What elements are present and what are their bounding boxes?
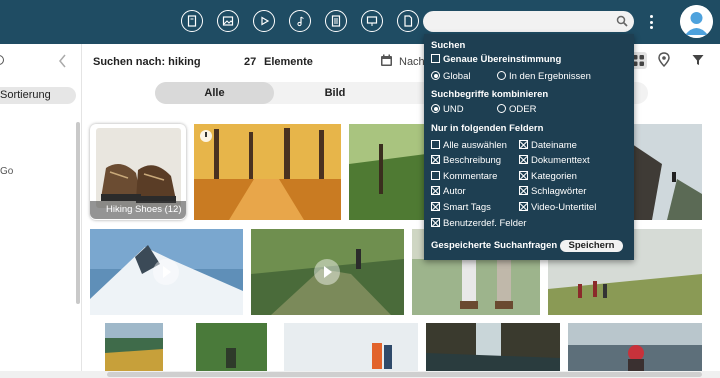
field-categories-checkbox[interactable]: Kategorien — [519, 171, 577, 182]
scope-global-radio[interactable]: Global — [431, 71, 470, 82]
checkbox-icon[interactable] — [431, 54, 440, 63]
video-snowy-ridge[interactable] — [90, 229, 243, 315]
elements-label: Elemente — [264, 56, 313, 68]
field-document-text-checkbox[interactable]: Dokumenttext — [519, 155, 590, 166]
presentation-icon[interactable] — [361, 10, 383, 32]
radio-selected-icon[interactable] — [431, 104, 440, 113]
sidebar: Sortierung Go — [0, 44, 82, 378]
album-thumbnail[interactable] — [96, 128, 181, 208]
chevron-left-icon[interactable] — [58, 54, 68, 68]
field-user-fields-checkbox[interactable]: Benutzerdef. Felder — [431, 218, 526, 229]
fields-section-title: Nur in folgenden Feldern — [431, 123, 544, 134]
combine-and-radio[interactable]: UND — [431, 104, 464, 115]
file-icon[interactable] — [397, 10, 419, 32]
save-search-button[interactable]: Speichern — [560, 240, 623, 252]
photo-mountain-lake[interactable] — [105, 323, 163, 371]
radio-icon[interactable] — [497, 71, 506, 80]
field-description-checkbox[interactable]: Beschreibung — [431, 155, 501, 166]
scrollbar-thumb[interactable] — [107, 372, 702, 377]
sidebar-scrollbar[interactable] — [76, 122, 80, 304]
exact-match-checkbox[interactable]: Genaue Übereinstimmung — [431, 54, 561, 65]
search-query-label: Suchen nach: hiking — [93, 56, 201, 68]
document-icon[interactable] — [181, 10, 203, 32]
photo-green-hiker[interactable] — [196, 323, 267, 371]
field-filename-checkbox[interactable]: Dateiname — [519, 140, 577, 151]
clock-icon — [200, 130, 212, 142]
photo-red-hat-hiker[interactable] — [568, 323, 702, 371]
sidebar-toggle-icon[interactable] — [0, 55, 4, 65]
sidebar-item-sort[interactable]: Sortierung — [0, 87, 76, 104]
play-icon[interactable] — [153, 259, 179, 285]
photo-forest-green[interactable] — [349, 124, 426, 220]
combine-or-radio[interactable]: ODER — [497, 104, 536, 115]
field-comments-checkbox[interactable]: Kommentare — [431, 171, 497, 182]
horizontal-scrollbar[interactable] — [0, 371, 720, 378]
tab-all[interactable]: Alle — [155, 82, 274, 104]
sort-by-label[interactable]: Nach — [399, 56, 425, 68]
saved-searches-link[interactable]: Gespeicherte Suchanfragen — [431, 240, 557, 251]
album-label: Hiking Shoes (12) — [90, 201, 186, 219]
field-video-subtitles-checkbox[interactable]: Video-Untertitel — [519, 202, 596, 213]
photo-waterfall[interactable] — [426, 323, 560, 371]
radio-selected-icon[interactable] — [431, 71, 440, 80]
combine-section-title: Suchbegriffe kombinieren — [431, 89, 549, 100]
field-keywords-checkbox[interactable]: Schlagwörter — [519, 186, 586, 197]
search-options-panel: Suchen Genaue Übereinstimmung Global In … — [424, 34, 634, 260]
field-smart-tags-checkbox[interactable]: Smart Tags — [431, 202, 491, 213]
video-forest-trail[interactable] — [251, 229, 404, 315]
search-icon[interactable] — [616, 15, 628, 27]
sidebar-partial-text: Go — [0, 166, 14, 177]
filter-icon[interactable] — [692, 54, 704, 66]
photo-cliff-hiker[interactable] — [632, 124, 702, 220]
play-icon[interactable] — [314, 259, 340, 285]
more-menu-icon[interactable] — [645, 12, 657, 32]
map-pin-icon[interactable] — [657, 52, 671, 68]
field-author-checkbox[interactable]: Autor — [431, 186, 466, 197]
result-count: 27 — [244, 56, 257, 68]
field-select-all-checkbox[interactable]: Alle auswählen — [431, 140, 507, 151]
avatar[interactable] — [680, 5, 713, 38]
photo-snow-couple[interactable] — [284, 323, 418, 371]
scope-in-results-radio[interactable]: In den Ergebnissen — [497, 71, 591, 82]
radio-icon[interactable] — [497, 104, 506, 113]
music-icon[interactable] — [289, 10, 311, 32]
calendar-icon[interactable] — [380, 54, 393, 67]
video-icon[interactable] — [253, 10, 275, 32]
image-icon[interactable] — [217, 10, 239, 32]
search-input[interactable] — [423, 11, 634, 32]
text-file-icon[interactable] — [325, 10, 347, 32]
tab-image[interactable]: Bild — [274, 82, 396, 104]
photo-autumn-path[interactable] — [194, 124, 341, 220]
search-section-title: Suchen — [431, 40, 466, 51]
